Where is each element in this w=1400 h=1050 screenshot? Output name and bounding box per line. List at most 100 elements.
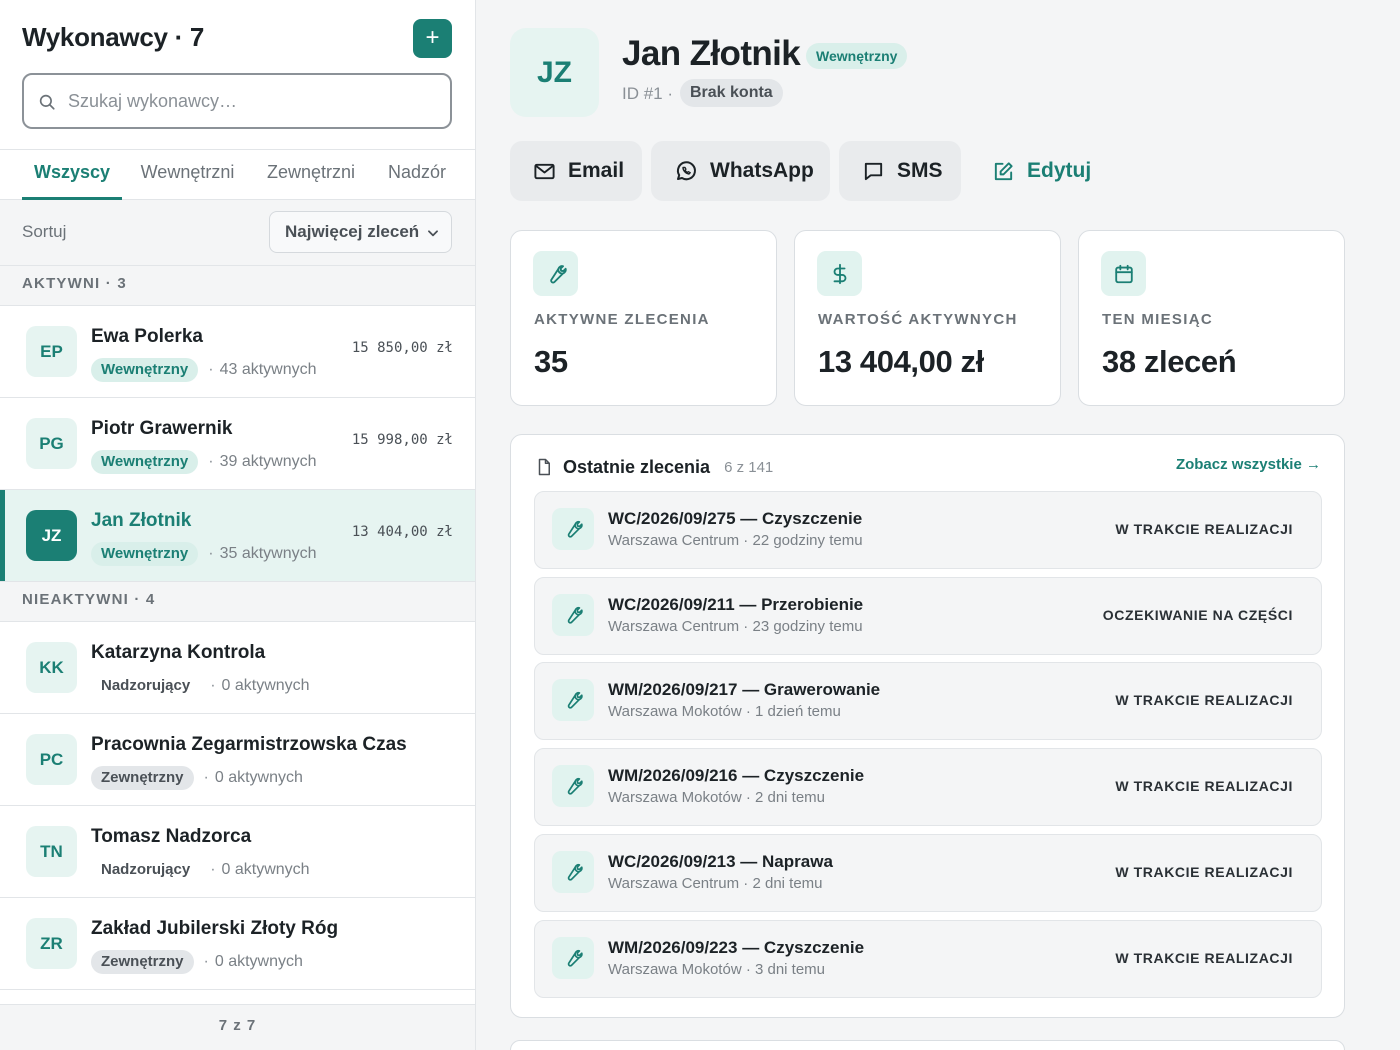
message-icon [864, 162, 883, 180]
tab-all[interactable]: Wszyscy [22, 150, 122, 200]
recent-orders-count: 6 z 141 [724, 458, 774, 476]
pagination-count: 7 z 7 [0, 1004, 475, 1050]
wrench-icon [567, 691, 583, 709]
email-button-label: Email [568, 159, 625, 182]
separator-dot: · [203, 769, 209, 786]
email-button[interactable]: Email [510, 141, 642, 201]
order-status: W TRAKCIE REALIZACJI [1115, 692, 1293, 708]
order-row[interactable]: WC/2026/09/211 — Przerobienie Warszawa C… [534, 577, 1322, 655]
separator-dot: · [203, 953, 209, 970]
whatsapp-button[interactable]: WhatsApp [651, 141, 830, 201]
stat-card-active-orders: AKTYWNE ZLECENIA 35 [510, 230, 777, 406]
group-header-active: AKTYWNI · 3 [0, 266, 475, 306]
type-badge: Wewnętrzny [91, 358, 199, 382]
sms-button[interactable]: SMS [839, 141, 961, 201]
active-count: 0 aktywnych [214, 953, 303, 970]
type-badge: Wewnętrzny [91, 542, 199, 566]
next-section-card [510, 1040, 1345, 1050]
sidebar-title: Wykonawcy · 7 [22, 22, 205, 52]
contractor-detail: JZ Jan Złotnik Wewnętrzny ID #1 · Brak k… [476, 0, 1400, 1050]
see-all-link[interactable]: Zobacz wszystkie → [1176, 456, 1321, 473]
stat-value: 13 404,00 zł [818, 344, 984, 379]
stat-label: TEN MIESIĄC [1102, 311, 1213, 328]
edit-icon [994, 161, 1013, 180]
contractor-row[interactable]: EP Ewa Polerka Wewnętrzny · 43 aktywnych… [0, 306, 475, 398]
stat-icon-box [533, 251, 578, 296]
order-icon-box [552, 594, 594, 636]
contractor-meta: Wewnętrzny · 43 aktywnych [91, 358, 317, 382]
active-count: 39 aktywnych [219, 453, 317, 470]
separator-dot: · [210, 861, 216, 878]
avatar: TN [26, 826, 77, 877]
edit-button[interactable]: Edytuj [974, 141, 1096, 201]
order-title: WC/2026/09/211 — Przerobienie [608, 595, 864, 614]
contractor-row-selected[interactable]: JZ Jan Złotnik Wewnętrzny · 35 aktywnych… [0, 490, 475, 582]
whatsapp-icon [676, 161, 696, 181]
sort-select[interactable]: Najwięcej zleceń [269, 211, 452, 253]
stat-label: AKTYWNE ZLECENIA [534, 311, 710, 328]
contractor-row[interactable]: KK Katarzyna Kontrola Nadzorujący · 0 ak… [0, 622, 475, 714]
sidebar-header: Wykonawcy · 7 + [0, 0, 475, 150]
contractor-name: Ewa Polerka [91, 326, 203, 347]
contractor-name: Jan Złotnik [91, 510, 192, 531]
order-row[interactable]: WC/2026/09/275 — Czyszczenie Warszawa Ce… [534, 491, 1322, 569]
sort-label: Sortuj [22, 222, 67, 241]
tab-external[interactable]: Zewnętrzni [257, 150, 365, 200]
order-status: W TRAKCIE REALIZACJI [1115, 864, 1293, 880]
separator-dot: · [210, 677, 216, 694]
order-row[interactable]: WC/2026/09/213 — Naprawa Warszawa Centru… [534, 834, 1322, 912]
order-title: WC/2026/09/275 — Czyszczenie [608, 509, 863, 528]
contractor-row[interactable]: PG Piotr Grawernik Wewnętrzny · 39 aktyw… [0, 398, 475, 490]
avatar: KK [26, 642, 77, 693]
avatar: JZ [26, 510, 77, 561]
order-row[interactable]: WM/2026/09/223 — Czyszczenie Warszawa Mo… [534, 920, 1322, 998]
avatar: PG [26, 418, 77, 469]
contractor-meta: Nadzorujący · 0 aktywnych [91, 674, 310, 698]
order-subtitle: Warszawa Centrum · 2 dni temu [608, 875, 823, 892]
separator-dot: · [208, 361, 214, 378]
order-subtitle: Warszawa Centrum · 23 godziny temu [608, 618, 863, 635]
type-badge: Zewnętrzny [91, 950, 194, 974]
active-count: 0 aktywnych [221, 677, 310, 694]
contractor-meta: Nadzorujący · 0 aktywnych [91, 858, 310, 882]
order-status: W TRAKCIE REALIZACJI [1115, 521, 1293, 537]
chevron-down-icon [428, 230, 438, 237]
stat-label: WARTOŚĆ AKTYWNYCH [818, 311, 1018, 328]
calendar-icon [1114, 264, 1133, 283]
order-status: OCZEKIWANIE NA CZĘŚCI [1102, 607, 1293, 623]
contractor-row[interactable]: ZR Zakład Jubilerski Złoty Róg Zewnętrzn… [0, 898, 475, 990]
avatar: EP [26, 326, 77, 377]
type-badge: Wewnętrzny [91, 450, 199, 474]
search-box [22, 73, 452, 129]
recent-orders-header: Ostatnie zlecenia 6 z 141 [535, 455, 773, 479]
order-icon-box [552, 765, 594, 807]
stat-icon-box [817, 251, 862, 296]
order-status: W TRAKCIE REALIZACJI [1115, 950, 1293, 966]
document-icon [538, 458, 550, 476]
order-row[interactable]: WM/2026/09/217 — Grawerowanie Warszawa M… [534, 662, 1322, 740]
wrench-icon [567, 606, 583, 624]
order-status: W TRAKCIE REALIZACJI [1115, 778, 1293, 794]
contractor-meta: Zewnętrzny · 0 aktywnych [91, 950, 303, 974]
avatar: ZR [26, 918, 77, 969]
tab-internal[interactable]: Wewnętrzni [130, 150, 245, 200]
type-badge: Nadzorujący [101, 677, 191, 694]
avatar: PC [26, 734, 77, 785]
order-subtitle: Warszawa Mokotów · 3 dni temu [608, 961, 826, 978]
contractor-row[interactable]: PC Pracownia Zegarmistrzowska Czas Zewnę… [0, 714, 475, 806]
wrench-icon [549, 264, 567, 283]
contractor-value: 13 404,00 zł [351, 524, 453, 540]
stat-value: 38 zleceń [1102, 344, 1237, 379]
order-title: WM/2026/09/216 — Czyszczenie [608, 766, 865, 785]
add-contractor-button[interactable]: + [413, 19, 452, 58]
order-row[interactable]: WM/2026/09/216 — Czyszczenie Warszawa Mo… [534, 748, 1322, 826]
type-badge: Nadzorujący [101, 861, 191, 878]
tab-supervision[interactable]: Nadzór [378, 150, 456, 200]
wrench-icon [567, 520, 583, 538]
account-status-badge: Brak konta [680, 79, 783, 107]
contractor-id: ID #1 · [622, 84, 674, 103]
contractor-row[interactable]: TN Tomasz Nadzorca Nadzorujący · 0 aktyw… [0, 806, 475, 898]
search-input[interactable] [68, 83, 438, 119]
order-subtitle: Warszawa Mokotów · 1 dzień temu [608, 703, 841, 720]
stat-card-this-month: TEN MIESIĄC 38 zleceń [1078, 230, 1345, 406]
